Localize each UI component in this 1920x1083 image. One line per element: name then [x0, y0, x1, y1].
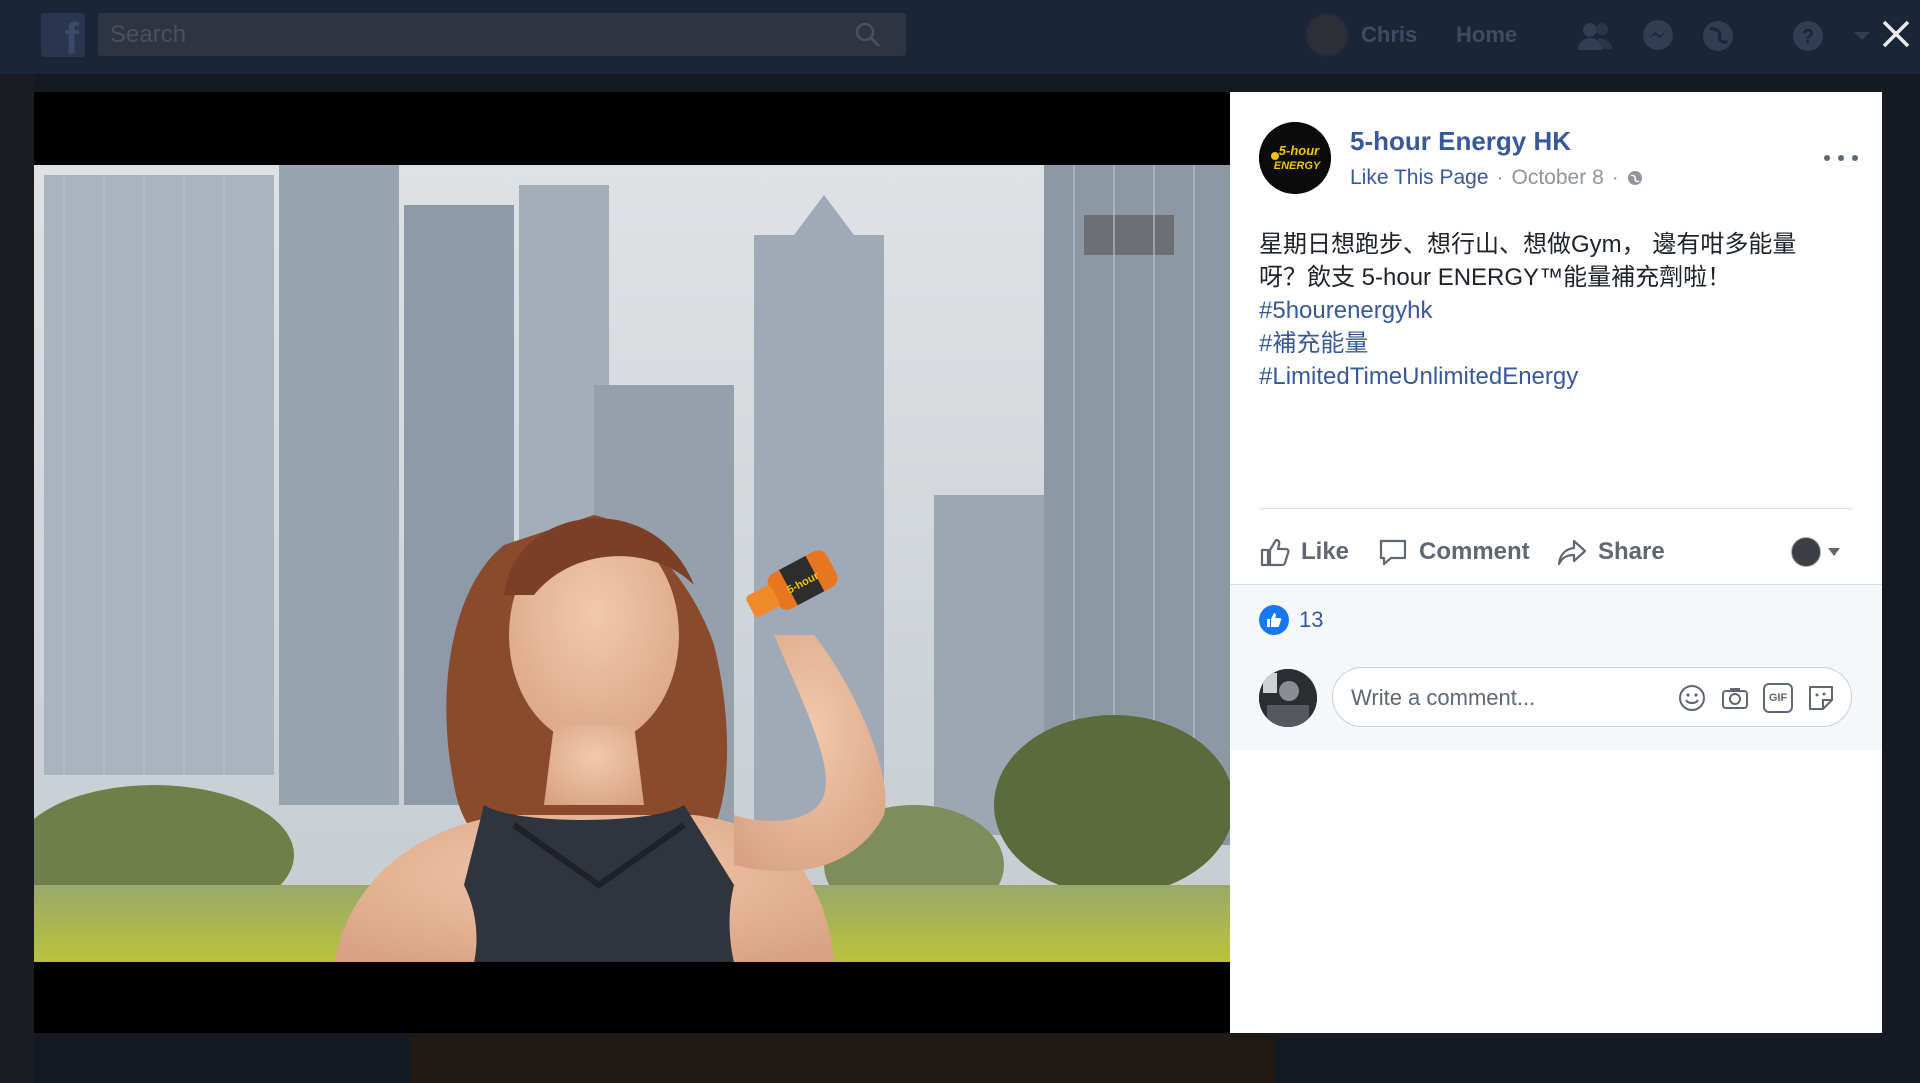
friend-requests-icon[interactable]: [1575, 16, 1615, 56]
post-actions: Like Comment Share: [1259, 526, 1853, 578]
share-button[interactable]: Share: [1556, 526, 1665, 578]
emoji-icon[interactable]: [1677, 683, 1707, 713]
user-name: Chris: [1361, 22, 1418, 47]
more-dot-icon: [1852, 155, 1858, 161]
page-avatar[interactable]: 5-hour ENERGY: [1259, 122, 1331, 194]
background-feed-image: [410, 1034, 1274, 1083]
account-menu-chevron-icon[interactable]: [1850, 16, 1874, 56]
more-options-button[interactable]: [1824, 148, 1858, 168]
avatar: [1791, 537, 1821, 567]
comment-bubble-icon: [1379, 539, 1407, 566]
search-icon[interactable]: [854, 21, 882, 49]
divider: [1259, 508, 1853, 509]
like-page-link[interactable]: Like This Page: [1350, 166, 1489, 190]
help-icon[interactable]: ?: [1788, 16, 1828, 56]
chevron-down-icon: [1828, 548, 1840, 556]
hashtag-link[interactable]: #LimitedTimeUnlimitedEnergy: [1259, 360, 1849, 393]
hashtag-link[interactable]: #補充能量: [1259, 327, 1849, 360]
share-label: Share: [1598, 538, 1665, 565]
like-button[interactable]: Like: [1259, 526, 1349, 578]
reactions-summary[interactable]: 13: [1259, 605, 1323, 635]
comment-input[interactable]: [1333, 668, 1673, 728]
post-text-line: 呀？飲支 5-hour ENERGY™能量補充劑啦！: [1259, 264, 1732, 291]
camera-icon[interactable]: [1720, 683, 1750, 713]
search-box[interactable]: [98, 13, 906, 56]
commenter-avatar[interactable]: [1259, 669, 1317, 727]
comment-label: Comment: [1419, 538, 1530, 565]
meta-separator: ·: [1611, 166, 1619, 189]
more-dot-icon: [1838, 155, 1844, 161]
page-name-link[interactable]: 5-hour Energy HK: [1350, 126, 1571, 157]
comment-button[interactable]: Comment: [1377, 526, 1530, 578]
background-overlay: [0, 74, 34, 1083]
more-dot-icon: [1824, 155, 1830, 161]
post-text: 星期日想跑步、想行山、想做Gym， 邊有咁多能量 呀？飲支 5-hour ENE…: [1259, 228, 1849, 393]
home-link[interactable]: Home: [1456, 22, 1517, 48]
photo-illustration: 5-hour: [34, 165, 1230, 962]
profile-link[interactable]: Chris: [1305, 13, 1418, 57]
brand-logo: 5-hour ENERGY: [1259, 122, 1331, 194]
comment-composer[interactable]: GIF: [1332, 667, 1852, 728]
hashtag-link[interactable]: #5hourenergyhk: [1259, 294, 1849, 327]
svg-text:ENERGY: ENERGY: [1274, 160, 1322, 172]
post-meta: Like This Page · October 8 ·: [1350, 166, 1643, 190]
like-reaction-icon: [1259, 605, 1289, 635]
post-text-line: 星期日想跑步、想行山、想做Gym， 邊有咁多能量: [1259, 231, 1797, 258]
notifications-globe-icon[interactable]: [1698, 16, 1738, 56]
reactions-and-comments: 13 GIF: [1230, 584, 1882, 750]
photo-viewer[interactable]: 5-hour: [34, 92, 1230, 1033]
thumbs-up-icon: [1260, 538, 1290, 567]
meta-separator: ·: [1496, 166, 1504, 189]
search-input[interactable]: [98, 13, 848, 56]
public-globe-icon[interactable]: [1627, 170, 1643, 186]
post-date[interactable]: October 8: [1512, 166, 1604, 190]
sticker-icon[interactable]: [1806, 683, 1836, 713]
choose-identity-button[interactable]: [1791, 526, 1841, 578]
svg-text:?: ?: [1802, 26, 1814, 48]
facebook-logo[interactable]: f: [41, 13, 85, 57]
reaction-count: 13: [1299, 607, 1324, 632]
like-label: Like: [1301, 538, 1350, 565]
gif-icon[interactable]: GIF: [1763, 683, 1793, 713]
svg-text:5-hour: 5-hour: [1279, 143, 1320, 158]
post-photo: 5-hour: [34, 165, 1230, 962]
messenger-icon[interactable]: [1638, 16, 1678, 56]
close-icon[interactable]: [1876, 14, 1916, 54]
top-navigation-bar: f Chris Home ?: [0, 0, 1920, 74]
post-details-panel: 5-hour ENERGY 5-hour Energy HK Like This…: [1230, 92, 1882, 1033]
share-arrow-icon: [1557, 539, 1587, 566]
avatar: [1305, 13, 1349, 57]
